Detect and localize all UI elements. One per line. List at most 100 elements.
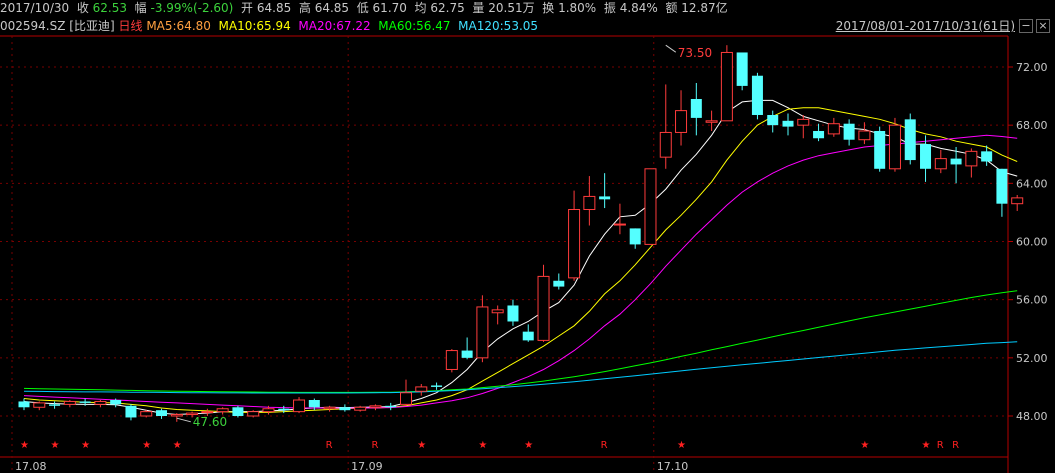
candle-body <box>568 209 581 279</box>
candle-body <box>201 411 214 414</box>
ma-line-ma10 <box>23 107 1018 413</box>
annotation-arrow <box>665 44 677 53</box>
event-marker: ★ <box>51 440 60 451</box>
ma-line-ma60 <box>23 290 1018 393</box>
candle-body <box>751 75 763 115</box>
event-marker: ★ <box>677 440 686 451</box>
annotation-arrow <box>176 417 191 423</box>
candle-body <box>232 407 244 416</box>
x-tick-label: 17.10 <box>657 460 689 473</box>
candle-body <box>125 405 137 418</box>
event-marker: ★ <box>922 440 931 451</box>
candle-body <box>644 168 657 245</box>
event-marker: R <box>326 440 333 451</box>
candle-body <box>140 411 153 417</box>
candle-body <box>904 119 916 161</box>
ma-line-ma20 <box>23 134 1018 409</box>
event-marker: ★ <box>81 440 90 451</box>
candle-body <box>110 400 122 405</box>
candle-body <box>675 110 688 133</box>
candle-body <box>354 406 367 411</box>
candle-body <box>553 280 565 287</box>
candle-body <box>659 131 672 158</box>
candle-body <box>431 385 443 387</box>
candle-body <box>170 414 183 417</box>
event-marker: ★ <box>142 440 151 451</box>
x-tick-label: 17.08 <box>15 460 47 473</box>
y-tick-label: 64.00 <box>1016 177 1048 190</box>
candle-body <box>705 120 718 123</box>
candle-body <box>522 331 534 341</box>
candle-body <box>934 158 947 170</box>
candle-body <box>94 400 107 405</box>
candle-body <box>782 120 794 127</box>
event-marker: ★ <box>478 440 487 451</box>
candle-body <box>1011 197 1024 205</box>
candle-body <box>920 144 932 169</box>
candle-body <box>843 123 855 140</box>
candle-body <box>950 158 962 165</box>
event-marker: ★ <box>173 440 182 451</box>
candle-body <box>813 130 825 139</box>
candle-body <box>156 410 168 416</box>
candle-body <box>858 130 871 141</box>
y-tick-label: 72.00 <box>1016 61 1048 74</box>
candle-body <box>49 404 61 406</box>
event-marker: R <box>937 440 944 451</box>
event-marker: R <box>601 440 608 451</box>
y-tick-label: 68.00 <box>1016 119 1048 132</box>
candle-body <box>537 275 550 341</box>
candle-body <box>736 52 748 86</box>
candle-body <box>996 168 1008 204</box>
candle-body <box>874 130 886 169</box>
candle-body <box>629 228 641 245</box>
event-marker: R <box>952 440 959 451</box>
candle-body <box>888 124 901 170</box>
y-tick-label: 48.00 <box>1016 410 1048 423</box>
candle-body <box>278 408 290 411</box>
candle-body <box>690 98 702 118</box>
candle-body <box>507 305 519 322</box>
event-marker: ★ <box>524 440 533 451</box>
candle-body <box>476 306 489 359</box>
candle-body <box>767 114 779 126</box>
candlestick-chart[interactable]: 72.00 68.00 64.00 60.00 56.00 52.00 48.00 17.08… <box>0 0 1055 473</box>
candle-body <box>491 309 504 314</box>
high-annotation: 73.50 <box>678 46 712 60</box>
candle-body <box>583 195 596 211</box>
candle-body <box>827 123 840 135</box>
candle-body <box>63 400 76 405</box>
candle-body <box>323 406 336 410</box>
candle-body <box>400 392 412 405</box>
candle-body <box>599 196 611 200</box>
y-tick-label: 60.00 <box>1016 236 1048 249</box>
candle-body <box>369 405 382 408</box>
candle-body <box>415 386 428 392</box>
candle-body <box>262 408 275 413</box>
candle-body <box>445 350 458 370</box>
event-marker: ★ <box>417 440 426 451</box>
candle-body <box>293 399 306 413</box>
candle-body <box>33 402 46 408</box>
x-tick-label: 17.09 <box>351 460 383 473</box>
candle-body <box>339 407 351 411</box>
event-marker: R <box>371 440 378 451</box>
candle-body <box>247 411 260 417</box>
y-tick-label: 56.00 <box>1016 294 1048 307</box>
candle-body <box>965 150 978 167</box>
ma-line-ma5 <box>23 99 1018 416</box>
candle-body <box>385 405 397 408</box>
candle-body <box>797 118 810 126</box>
ma-line-ma120 <box>23 341 1018 394</box>
y-tick-label: 52.00 <box>1016 352 1048 365</box>
candle-body <box>18 401 30 408</box>
event-marker: ★ <box>20 440 29 451</box>
candle-body <box>720 51 733 122</box>
candle-body <box>981 151 993 162</box>
candle-body <box>308 400 320 408</box>
event-marker: ★ <box>860 440 869 451</box>
low-annotation: 47.60 <box>193 415 227 429</box>
candle-body <box>79 401 91 403</box>
candle-body <box>613 223 626 226</box>
candle-body <box>461 350 473 358</box>
